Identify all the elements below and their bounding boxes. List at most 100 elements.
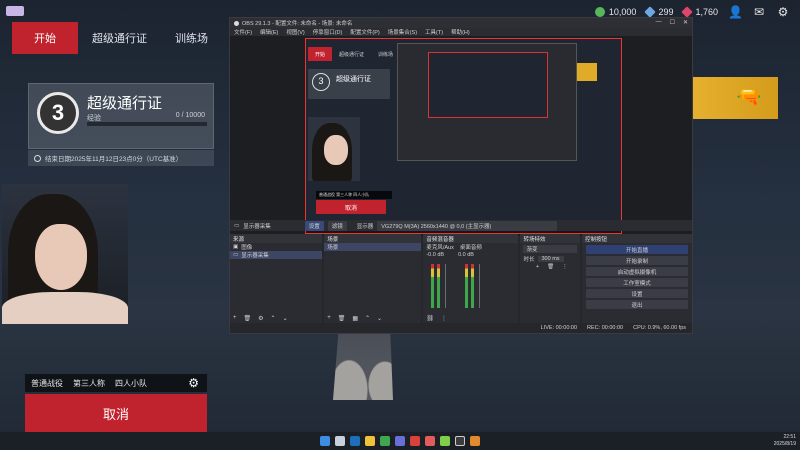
properties-button[interactable]: 设置 [304,220,324,231]
settings-gear-icon[interactable]: ⚙ [776,5,790,19]
filter-icon[interactable]: ▦ [352,315,358,322]
up-icon[interactable]: ⌃ [271,315,276,322]
currency-diamond[interactable]: 299 [644,6,673,18]
super-pass-card[interactable]: 3 超级通行证 经验 0 / 10000 [28,83,214,149]
delete-icon[interactable]: 🗑 [547,264,554,270]
mixer-desktop-db: 0.0 dB [458,252,474,258]
sources-footer: + 🗑 ⚙ ⌃ ⌄ [233,315,288,322]
folder-icon[interactable] [365,436,375,446]
mixer-title: 音频混音器 [423,234,519,243]
preview-mode-bar: 普通战役 第三人称 四人小队 [316,191,392,199]
preview-pass-level: 3 [312,73,330,91]
more-icon[interactable]: ⋮ [441,315,447,322]
obs-titlebar[interactable]: OBS 29.1.3 - 配置文件: 未命名 - 场景: 未命名 — ☐ ✕ [230,18,692,28]
mixer-channel-levels: -0.0 dB 0.0 dB [423,251,518,259]
pass-level-badge: 3 [37,92,79,134]
steam-icon[interactable] [350,436,360,446]
minimize-icon[interactable]: — [656,19,662,26]
search-icon[interactable] [335,436,345,446]
source-item[interactable]: ▣ 图像 [230,243,322,251]
preview-pass-card: 3 超级通行证 [308,69,390,99]
netease-icon[interactable] [410,436,420,446]
mic-volume-slider[interactable] [445,264,447,308]
game-icon[interactable] [470,436,480,446]
duration-row: 时长 300 ms [520,255,579,263]
pass-title: 超级通行证 [87,95,163,112]
app-icon[interactable] [425,436,435,446]
scenes-dock: 场景 场景 + 🗑 ▦ ⌃ ⌄ [324,234,422,324]
obs-menubar: 文件(F) 编辑(E) 视图(V) 停靠窗口(D) 配置文件(P) 场景集合(S… [230,28,692,36]
obs-icon[interactable] [455,436,465,446]
scene-item[interactable]: 场景 [324,243,422,251]
studio-mode-button[interactable]: 工作室模式 [585,278,688,287]
menu-tools[interactable]: 工具(T) [425,28,443,36]
add-icon[interactable]: + [536,264,539,270]
obs-statusbar: LIVE: 00:00:00 REC: 00:00:00 CPU: 0.9%, … [230,323,692,333]
desktop-volume-slider[interactable] [479,264,481,308]
display-label: 显示器 [356,223,374,230]
start-icon[interactable] [320,436,330,446]
mail-icon[interactable]: ✉ [752,5,766,19]
source-item[interactable]: ▭ 显示器采集 [230,251,323,259]
menu-file[interactable]: 文件(F) [234,28,252,36]
add-icon[interactable]: + [327,315,331,322]
taskbar-clock[interactable]: 22:51 2025/8/19 [774,434,796,448]
more-icon[interactable]: ⋮ [562,264,568,270]
transition-select[interactable]: 渐变 [523,245,577,253]
sources-dock: 来源 ▣ 图像 ▭ 显示器采集 + 🗑 ⚙ ⌃ ⌄ [230,234,323,324]
coin-value: 10,000 [608,7,637,17]
maximize-icon[interactable]: ☐ [670,19,675,26]
cancel-matchmaking-button[interactable]: 取消 [25,394,207,432]
exit-button[interactable]: 退出 [585,300,688,309]
mic-meter [437,264,441,308]
start-virtual-camera-button[interactable]: 启动虚拟摄像机 [585,267,688,276]
chrome-icon[interactable] [380,436,390,446]
obs-window: OBS 29.1.3 - 配置文件: 未命名 - 场景: 未命名 — ☐ ✕ 文… [229,17,693,334]
obs-preview-area[interactable]: 开始 超级通行证 训练场 3 超级通行证 普通战役 第三人称 四人小队 取消 [230,36,692,236]
duration-input[interactable]: 300 ms [537,256,564,262]
menu-profile[interactable]: 配置文件(P) [350,28,379,36]
pass-end-text: 结束日期2025年11月12日23点0分（UTC基准） [45,156,183,163]
currency-coin[interactable]: 10,000 [594,7,637,17]
discord-icon[interactable] [395,436,405,446]
mode-campaign: 普通战役 [31,378,63,388]
down-icon[interactable]: ⌄ [377,315,382,322]
start-streaming-button[interactable]: 开始直播 [585,245,688,254]
source-name: 显示器采集 [243,223,271,230]
source-item-label: 显示器采集 [241,253,269,259]
display-select[interactable]: VG279Q M(3A) 2560x1440 @ 0,0 (主显示器) [377,220,558,231]
link-icon[interactable]: ⛓ [426,315,434,322]
settings-button[interactable]: 设置 [585,289,688,298]
menu-edit[interactable]: 编辑(E) [260,28,278,36]
delete-icon[interactable]: 🗑 [338,315,346,322]
menu-help[interactable]: 帮助(H) [451,28,470,36]
mixer-channel-names: 麦克风/Aux 桌面音频 [423,243,518,251]
menu-view[interactable]: 视图(V) [286,28,304,36]
start-recording-button[interactable]: 开始录制 [585,256,688,265]
tab-super-pass[interactable]: 超级通行证 [78,22,161,54]
currency-gem[interactable]: 1,760 [681,6,718,18]
tab-training[interactable]: 训练场 [161,22,222,54]
down-icon[interactable]: ⌄ [283,315,288,322]
up-icon[interactable]: ⌃ [365,315,370,322]
menu-docks[interactable]: 停靠窗口(D) [313,28,343,36]
tab-start[interactable]: 开始 [12,22,78,54]
delete-icon[interactable]: 🗑 [244,315,252,322]
friends-icon[interactable]: 👤 [728,5,743,19]
character-portrait [2,184,128,324]
filters-button[interactable]: 滤镜 [327,220,347,231]
source-item-label: 图像 [241,245,253,251]
app-icon[interactable] [440,436,450,446]
preview-cancel-button: 取消 [316,200,386,214]
preview-mode-squad: 四人小队 [353,192,370,197]
obs-preview-canvas[interactable]: 开始 超级通行证 训练场 3 超级通行证 普通战役 第三人称 四人小队 取消 [305,38,622,234]
event-banner[interactable]: 🔫 [692,77,778,119]
close-icon[interactable]: ✕ [683,19,688,26]
match-mode-bar[interactable]: 普通战役 第三人称 四人小队 ⚙ [25,374,207,392]
gear-icon[interactable]: ⚙ [258,315,263,322]
menu-scene-collection[interactable]: 场景集合(S) [388,28,417,36]
mixer-footer: ⛓ ⋮ [426,315,447,322]
add-icon[interactable]: + [233,315,237,322]
mode-settings-gear-icon[interactable]: ⚙ [188,376,199,390]
controls-dock: 控制按钮 开始直播 开始录制 启动虚拟摄像机 工作室模式 设置 退出 [581,234,692,324]
